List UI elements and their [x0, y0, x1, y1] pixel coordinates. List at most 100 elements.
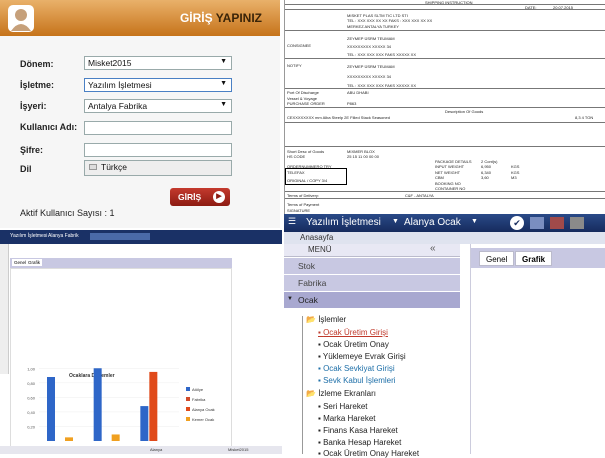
- breadcrumb[interactable]: Anasayfa: [300, 233, 333, 242]
- branch-select[interactable]: Alanya Ocak: [404, 217, 461, 228]
- isletme-select[interactable]: Yazılım İşletmesi ▼: [84, 78, 232, 92]
- settings-icon[interactable]: [570, 217, 584, 229]
- tree-banka-hesap-hareket[interactable]: ▪ Banka Hesap Hareket: [318, 438, 401, 447]
- chart-app-sidebar: [0, 244, 9, 374]
- username-label: Kullanıcı Adı:: [20, 122, 78, 132]
- login-title: GİRİŞ YAPINIZ: [180, 11, 262, 25]
- y-tick-label: 0,40: [27, 410, 36, 415]
- content-panel: Genel Grafik: [470, 244, 605, 454]
- username-input[interactable]: [84, 121, 232, 135]
- doc-cbm: 3,60: [481, 175, 489, 180]
- legend-swatch: [186, 407, 190, 411]
- sidebar-item-stok[interactable]: Stok: [284, 258, 460, 274]
- tree-label: İzleme Ekranları: [318, 389, 376, 398]
- doc-goods-line: CEXXXXXXXX mm Alba Steelp 2E Filled Stac…: [287, 115, 390, 120]
- doc-notify-2: XXXXXXXXX XXXXX 34: [347, 74, 392, 79]
- donem-value: Misket2015: [88, 58, 132, 68]
- calendar-icon[interactable]: [550, 217, 564, 229]
- y-tick-label: 0,20: [27, 424, 36, 429]
- doc-title: SHIPPING INSTRUCTION: [425, 0, 473, 5]
- sidebar-item-label: Ocak: [298, 295, 318, 305]
- chart-app-company[interactable]: Yazılım İşletmesi: [10, 233, 47, 239]
- language-label: Dil: [20, 164, 32, 174]
- tree-label: Yüklemeye Evrak Girişi: [322, 352, 406, 361]
- doc-input-weight-label: INPUT WEIGHT: [435, 164, 465, 169]
- legend-swatch: [186, 387, 190, 391]
- doc-consignee: ZEYMEP ÜSRM TEUMAM: [347, 36, 395, 41]
- doc-hs-label: HS CODE: [287, 154, 306, 159]
- company-select[interactable]: Yazılım İşletmesi: [306, 217, 381, 228]
- doc-date-label: DATE:: [525, 5, 537, 10]
- chart-tabstrip: Genel Grafik: [10, 258, 232, 268]
- doc-notify-label: NOTIFY: [287, 63, 302, 68]
- chart-bar: [47, 377, 55, 441]
- login-title-a: GİRİŞ: [179, 11, 213, 25]
- active-users-text: Aktif Kullanıcı Sayısı : 1: [20, 208, 115, 218]
- tree-marka-hareket[interactable]: ▪ Marka Hareket: [318, 414, 376, 423]
- chart-bar: [140, 406, 149, 441]
- doc-purchase-label: PURCHASE ORDER: [287, 101, 325, 106]
- caret-down-icon: ▼: [287, 296, 293, 302]
- chevron-down-icon[interactable]: ▼: [392, 218, 399, 225]
- doc-footer1: Terms of Payment: [287, 202, 320, 207]
- legend-swatch: [186, 397, 190, 401]
- isyeri-label: İşyeri:: [20, 101, 47, 111]
- chart-title: Ocaklara Dönemler: [69, 373, 115, 379]
- check-icon[interactable]: ✔: [510, 216, 524, 230]
- tree-label: İşlemler: [318, 315, 347, 324]
- doc-consignee-label: CONSIGNEE: [287, 43, 312, 48]
- tree-label: Marka Hareket: [323, 414, 376, 423]
- doc-goods-qty: 8,3 4 TON: [575, 115, 594, 120]
- tab-label: Grafik: [522, 255, 546, 264]
- legend-label: Atölye: [192, 387, 204, 392]
- menu-title: MENÜ: [308, 245, 332, 254]
- isletme-value: Yazılım İşletmesi: [88, 80, 152, 90]
- login-button-label: GİRİŞ: [178, 192, 202, 202]
- tree-sevk-kabul-islemleri[interactable]: ▪ Sevk Kabul İşlemleri: [318, 376, 396, 385]
- tree-ocak-uretim-girisi[interactable]: ▪ Ocak Üretim Girişi: [318, 328, 388, 337]
- doc-date: 20.07.2015: [553, 5, 574, 10]
- breadcrumb-bar: Anasayfa: [284, 232, 605, 244]
- tab-grafik[interactable]: Grafik: [515, 251, 553, 266]
- collapse-icon[interactable]: «: [430, 243, 436, 254]
- bar-chart: Ocaklara Dönemler 1,00 0,80 0,60 0,40 0,20 Atö…: [27, 366, 215, 441]
- tree-ocak-sevkiyat-girisi[interactable]: ▪ Ocak Sevkiyat Girişi: [318, 364, 395, 373]
- legend-label: Alanya Ocak: [192, 407, 215, 412]
- tree-yuklemeye-evrak-girisi[interactable]: ▪ Yüklemeye Evrak Girişi: [318, 352, 406, 361]
- chart-app-toolbar: Yazılım İşletmesi Alanya Fabrik: [0, 230, 282, 244]
- tree-finans-kasa-hareket[interactable]: ▪ Finans Kasa Hareket: [318, 426, 398, 435]
- language-select[interactable]: Türkçe: [84, 160, 232, 176]
- sidebar-item-label: Stok: [298, 261, 316, 271]
- doc-port-label: Port Of Discharge: [287, 90, 319, 95]
- doc-consignee-tel: TEL : XXX XXX XXX FAKS XXXXX XX: [347, 52, 416, 57]
- shipping-document: SHIPPING INSTRUCTION DATE: 20.07.2015 MI…: [284, 0, 605, 214]
- sidebar-item-ocak[interactable]: ▼ Ocak: [284, 292, 460, 308]
- chart-app-branch[interactable]: Alanya Fabrik: [48, 233, 79, 239]
- isyeri-select[interactable]: Antalya Fabrika ▼: [84, 99, 232, 113]
- doc-cbm-label: CBM: [435, 175, 444, 180]
- tree-izleme-ekranlari[interactable]: 📂 İzleme Ekranları: [306, 389, 376, 398]
- tab-genel[interactable]: Genel: [479, 251, 515, 266]
- play-icon: ▶: [213, 191, 225, 203]
- login-title-b: YAPINIZ: [215, 11, 262, 25]
- chevron-down-icon: ▼: [220, 101, 227, 108]
- tree-seri-hareket[interactable]: ▪ Seri Hareket: [318, 402, 368, 411]
- y-tick-label: 0,80: [27, 381, 36, 386]
- tree-islemler[interactable]: 📂 İşlemler: [306, 315, 346, 324]
- language-value: Türkçe: [101, 162, 127, 172]
- tree-label: Ocak Sevkiyat Girişi: [323, 364, 395, 373]
- login-button[interactable]: GİRİŞ ▶: [170, 188, 230, 206]
- password-input[interactable]: [84, 143, 232, 157]
- chart-tab-grafik[interactable]: Grafik: [26, 259, 43, 266]
- y-tick-label: 1,00: [27, 366, 36, 371]
- chevron-down-icon: ▼: [220, 80, 227, 87]
- tree-ocak-uretim-onay[interactable]: ▪ Ocak Üretim Onay: [318, 340, 389, 349]
- donem-select[interactable]: Misket2015 ▼: [84, 56, 232, 70]
- isletme-label: İşletme:: [20, 80, 55, 90]
- top-nav-bar: ☰ Yazılım İşletmesi ▼ Alanya Ocak ▼ ✔: [284, 214, 605, 232]
- chart-panel: Ocaklara Dönemler 1,00 0,80 0,60 0,40 0,20 Atö…: [10, 268, 232, 448]
- sidebar-item-fabrika[interactable]: Fabrika: [284, 275, 460, 291]
- window-icon[interactable]: [530, 217, 544, 229]
- tree-line: [302, 316, 303, 454]
- chevron-down-icon[interactable]: ▼: [471, 218, 478, 225]
